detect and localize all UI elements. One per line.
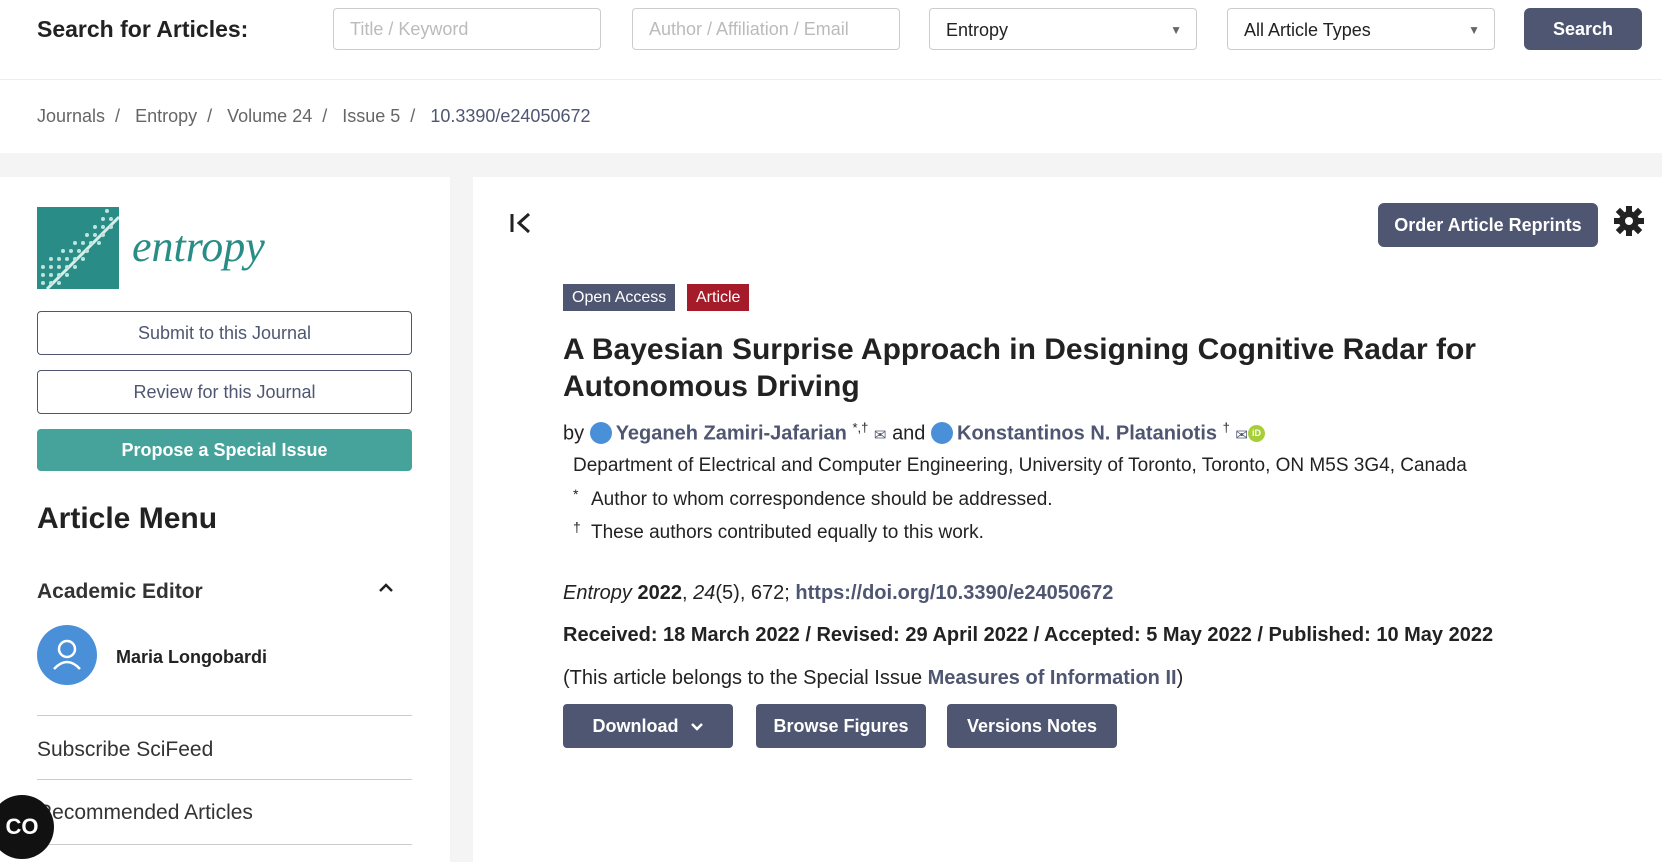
article-type-select[interactable]: All Article Types ▼: [1227, 8, 1495, 50]
citation-issue-pages: (5), 672;: [715, 582, 790, 604]
recommended-articles-link[interactable]: Recommended Articles: [37, 801, 253, 825]
breadcrumb-entropy[interactable]: Entropy: [135, 106, 197, 126]
breadcrumb-separator: /: [207, 106, 213, 126]
collapse-sidebar-icon[interactable]: [509, 211, 533, 242]
breadcrumb-separator: /: [115, 106, 121, 126]
browse-figures-button[interactable]: Browse Figures: [756, 704, 926, 748]
email-icon[interactable]: ✉: [1235, 426, 1248, 444]
breadcrumb-separator: /: [410, 106, 416, 126]
publication-dates: Received: 18 March 2022 / Revised: 29 Ap…: [563, 624, 1494, 646]
chevron-down-icon: [684, 716, 704, 736]
author-line: by Yeganeh Zamiri-Jafarian *,† ✉ and Kon…: [563, 420, 1265, 446]
footnote-mark: †: [573, 519, 581, 535]
chevron-up-icon[interactable]: [378, 581, 394, 599]
breadcrumb-volume[interactable]: Volume 24: [227, 106, 312, 126]
divider: [37, 779, 412, 780]
special-issue-link[interactable]: Measures of Information II: [928, 667, 1177, 689]
submit-to-journal-button[interactable]: Submit to this Journal: [37, 311, 412, 355]
search-button[interactable]: Search: [1524, 8, 1642, 50]
citation-journal: Entropy: [563, 582, 632, 604]
journal-logo-icon[interactable]: [37, 207, 119, 289]
author-input[interactable]: [632, 8, 900, 50]
keyword-input[interactable]: [333, 8, 601, 50]
caret-down-icon: ▼: [1468, 23, 1480, 37]
sidebar: entropy Submit to this Journal Review fo…: [0, 177, 450, 862]
search-title: Search for Articles:: [37, 16, 249, 42]
footnote-mark: *: [573, 486, 579, 502]
divider: [37, 844, 412, 845]
affiliation: Department of Electrical and Computer En…: [573, 455, 1467, 476]
footnote-text: Author to whom correspondence should be …: [591, 489, 1053, 510]
equal-contribution-note: † These authors contributed equally to th…: [573, 519, 984, 544]
doi-link[interactable]: https://doi.org/10.3390/e24050672: [795, 582, 1113, 604]
author-link[interactable]: Yeganeh Zamiri-Jafarian: [616, 423, 847, 445]
order-reprints-button[interactable]: Order Article Reprints: [1378, 203, 1598, 247]
propose-special-issue-button[interactable]: Propose a Special Issue: [37, 429, 412, 471]
article-type-badge: Article: [687, 284, 750, 311]
citation-volume: 24: [693, 582, 716, 604]
breadcrumb-issue[interactable]: Issue 5: [342, 106, 400, 126]
special-issue-note: (This article belongs to the Special Iss…: [563, 667, 1183, 690]
journal-select[interactable]: Entropy ▼: [929, 8, 1197, 50]
orcid-icon[interactable]: iD: [1247, 424, 1265, 442]
review-for-journal-button[interactable]: Review for this Journal: [37, 370, 412, 414]
by-label: by: [563, 422, 585, 445]
breadcrumb: Journals / Entropy / Volume 24 / Issue 5 / 1…: [37, 106, 601, 127]
citation-year: 2022: [637, 582, 683, 604]
subscribe-scifeed-link[interactable]: Subscribe SciFeed: [37, 738, 213, 762]
author-marks: †: [1222, 420, 1230, 435]
footnote-text: These authors contributed equally to thi…: [591, 522, 984, 543]
article-menu-title: Article Menu: [37, 502, 218, 535]
citation: Entropy 2022, 24(5), 672; https://doi.or…: [563, 582, 1114, 604]
editor-name[interactable]: Maria Longobardi: [116, 647, 267, 668]
and-label: and: [892, 422, 926, 445]
email-icon[interactable]: ✉: [874, 426, 887, 444]
special-issue-prefix: (This article belongs to the Special Iss…: [563, 667, 923, 689]
article-panel: Order Article Reprints Open Access Artic…: [473, 177, 1662, 862]
breadcrumb-separator: /: [322, 106, 328, 126]
author-marks: *,†: [852, 420, 869, 435]
download-label: Download: [592, 716, 679, 736]
download-button[interactable]: Download: [563, 704, 733, 748]
journal-select-value: Entropy: [946, 20, 1009, 40]
search-bar: Search for Articles: Entropy ▼ All Artic…: [0, 0, 1662, 80]
person-icon: [589, 421, 612, 444]
breadcrumb-doi[interactable]: 10.3390/e24050672: [430, 106, 590, 126]
correspondence-note: * Author to whom correspondence should be…: [573, 486, 1053, 511]
article-type-select-value: All Article Types: [1244, 20, 1371, 40]
open-access-badge: Open Access: [563, 284, 676, 311]
academic-editor-heading[interactable]: Academic Editor: [37, 580, 203, 604]
journal-logo-text[interactable]: entropy: [132, 221, 265, 272]
author-link[interactable]: Konstantinos N. Plataniotis: [957, 423, 1217, 445]
article-title: A Bayesian Surprise Approach in Designin…: [563, 333, 1476, 403]
divider: [37, 715, 412, 716]
special-issue-suffix: ): [1176, 667, 1184, 689]
versions-notes-button[interactable]: Versions Notes: [947, 704, 1117, 748]
caret-down-icon: ▼: [1170, 23, 1182, 37]
person-icon: [931, 421, 953, 444]
editor-avatar-icon[interactable]: [37, 625, 97, 685]
breadcrumb-journals[interactable]: Journals: [37, 106, 105, 126]
gear-icon[interactable]: [1613, 205, 1649, 241]
